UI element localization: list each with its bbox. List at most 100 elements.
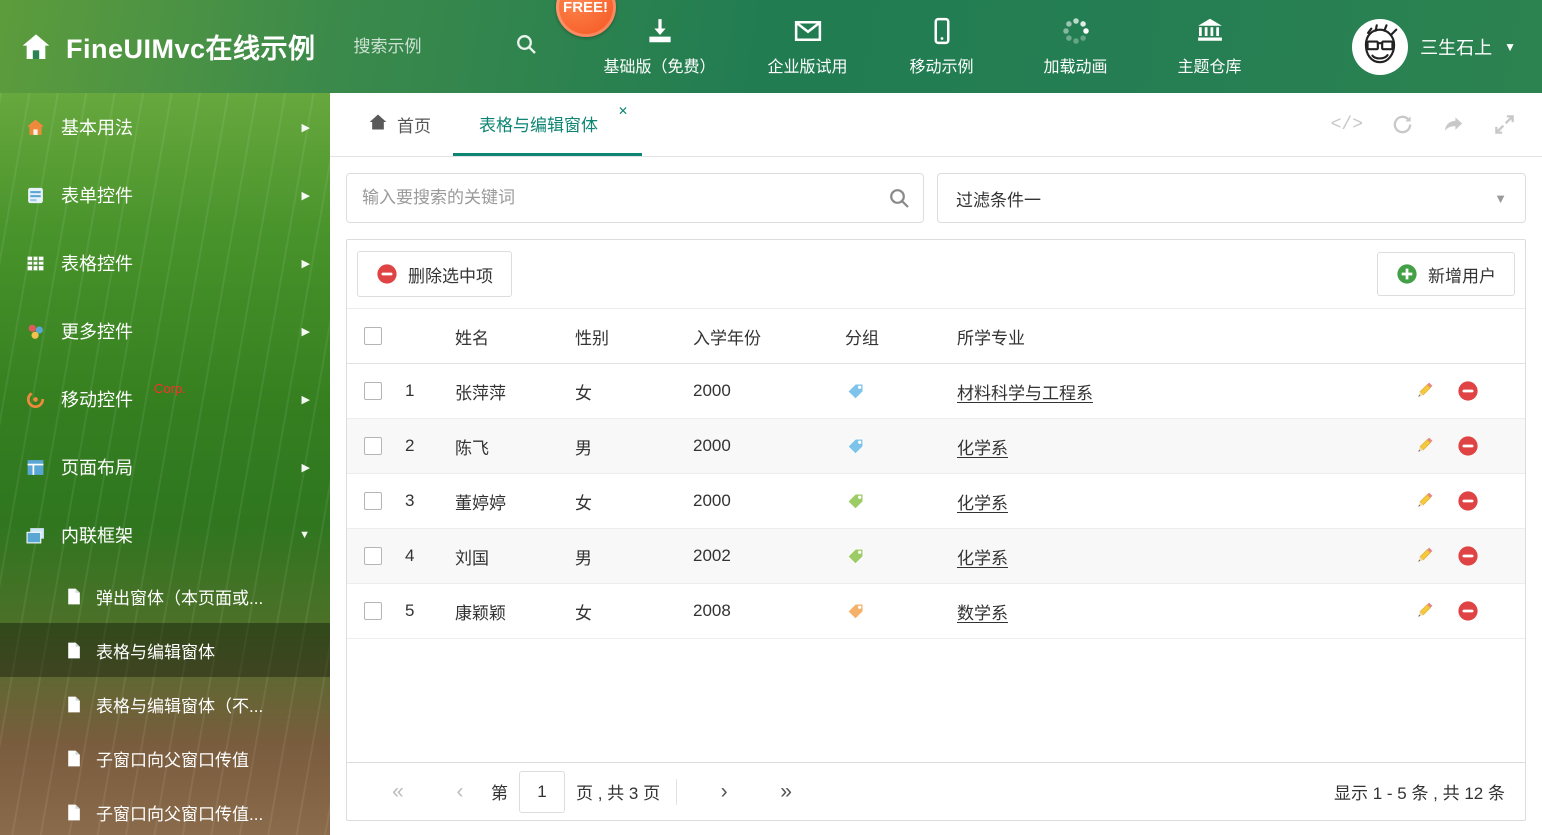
app-header: FineUIMvc在线示例 FREE! 基础版（免费） 企业版试用 [0,0,1542,93]
edit-icon[interactable] [1413,380,1435,402]
tab-tools: </> [1331,93,1542,156]
search-icon[interactable] [887,186,911,215]
delete-icon[interactable] [1457,435,1479,457]
table-row[interactable]: 4 刘国 男 2002 化学系 [347,529,1525,584]
nav-theme-store[interactable]: 主题仓库 [1168,16,1252,77]
layout-icon [26,458,45,477]
nav-label: 移动示例 [909,59,974,76]
nav-label: 企业版试用 [767,59,848,76]
row-checkbox[interactable] [364,437,382,455]
pager-divider [676,778,678,805]
col-header-name[interactable]: 姓名 [441,324,561,349]
cell-name: 张萍萍 [455,383,506,403]
cell-year: 2000 [693,381,731,400]
nav-label: 主题仓库 [1177,59,1242,76]
delete-icon[interactable] [1457,380,1479,402]
edit-icon[interactable] [1413,435,1435,457]
select-all-checkbox[interactable] [364,327,382,345]
edit-icon[interactable] [1413,545,1435,567]
share-icon[interactable] [1442,113,1465,136]
main-content: 首页 表格与编辑窗体 ✕ </> 输入要搜索的关键词 过滤条件一 ▼ 删除选中项… [330,93,1542,835]
row-checkbox[interactable] [364,492,382,510]
sidebar-item-mobile-controls[interactable]: 移动控件 Corp. ▶ [0,365,330,433]
row-checkbox[interactable] [364,382,382,400]
cell-gender: 女 [575,383,592,403]
row-number: 3 [405,491,415,510]
nav-mobile-demo[interactable]: 移动示例 [900,16,984,77]
table-row[interactable]: 1 张萍萍 女 2000 材料科学与工程系 [347,364,1525,419]
spinner-icon [1061,16,1091,46]
sidebar-subitem-child-to-parent[interactable]: 子窗口向父窗口传值 [0,731,330,785]
download-icon [645,16,675,46]
tag-icon [845,546,866,567]
header-search-input[interactable] [353,36,504,57]
delete-icon[interactable] [1457,490,1479,512]
add-user-button[interactable]: 新增用户 [1377,252,1515,296]
sidebar-item-form-controls[interactable]: 表单控件 ▶ [0,161,330,229]
col-header-major[interactable]: 所学专业 [943,324,1397,349]
table-row[interactable]: 5 康颖颖 女 2008 数学系 [347,584,1525,639]
col-header-gender[interactable]: 性别 [561,324,679,349]
row-number: 5 [405,601,415,620]
chevron-down-icon: ▼ [299,529,310,541]
form-icon [26,186,45,205]
grid-search [346,173,924,223]
filter-row: 过滤条件一 ▼ [330,157,1542,239]
row-number: 2 [405,436,415,455]
sidebar-item-page-layout[interactable]: 页面布局 ▶ [0,433,330,501]
delete-icon[interactable] [1457,600,1479,622]
cell-gender: 女 [575,493,592,513]
next-page-button[interactable]: › [693,780,755,804]
tab-grid-edit-window[interactable]: 表格与编辑窗体 ✕ [453,93,642,156]
last-page-button[interactable]: » [755,780,817,804]
edit-icon[interactable] [1413,600,1435,622]
nav-enterprise-trial[interactable]: 企业版试用 [766,16,850,77]
chevron-down-icon: ▼ [1494,190,1507,206]
brand[interactable]: FineUIMvc在线示例 [20,27,316,66]
sidebar-item-more-controls[interactable]: 更多控件 ▶ [0,297,330,365]
expand-icon[interactable] [1493,113,1516,136]
refresh-icon[interactable] [1391,113,1414,136]
prev-page-button[interactable]: ‹ [429,780,491,804]
table-row[interactable]: 3 董婷婷 女 2000 化学系 [347,474,1525,529]
major-link[interactable]: 化学系 [957,439,1008,458]
sidebar: 基本用法 ▶ 表单控件 ▶ 表格控件 ▶ 更多控件 ▶ 移动控件 Corp. ▶… [0,93,330,835]
search-icon[interactable] [514,32,538,61]
sidebar-item-grid-controls[interactable]: 表格控件 ▶ [0,229,330,297]
filter-select[interactable]: 过滤条件一 ▼ [937,173,1526,223]
nav-loading-animation[interactable]: 加载动画 [1034,16,1118,77]
major-link[interactable]: 化学系 [957,549,1008,568]
mobile-icon [927,16,957,46]
delete-selected-button[interactable]: 删除选中项 [357,251,512,297]
row-checkbox[interactable] [364,547,382,565]
col-header-group[interactable]: 分组 [831,324,943,349]
tab-home[interactable]: 首页 [346,93,453,156]
delete-icon[interactable] [1457,545,1479,567]
free-badge: FREE! [555,0,616,37]
major-link[interactable]: 材料科学与工程系 [957,384,1093,403]
grid-panel: 删除选中项 新增用户 姓名 性别 入学年份 分组 所学专业 1 张萍萍 女 20… [346,239,1526,821]
page-input[interactable] [519,770,565,813]
grid-search-input[interactable] [346,173,924,223]
user-menu[interactable]: 三生石上 ▼ [1352,18,1516,75]
source-code-icon[interactable]: </> [1331,115,1363,135]
sidebar-item-basic-usage[interactable]: 基本用法 ▶ [0,93,330,161]
nav-basic-free[interactable]: FREE! 基础版（免费） [555,0,716,77]
sidebar-subitem-popup-window[interactable]: 弹出窗体（本页面或... [0,569,330,623]
tab-bar: 首页 表格与编辑窗体 ✕ </> [330,93,1542,157]
sidebar-subitem-grid-edit-window-2[interactable]: 表格与编辑窗体（不... [0,677,330,731]
header-nav: FREE! 基础版（免费） 企业版试用 移动示例 加载动画 主题仓库 [555,0,1252,77]
edit-icon[interactable] [1413,490,1435,512]
cell-year: 2002 [693,546,731,565]
major-link[interactable]: 数学系 [957,604,1008,623]
col-header-year[interactable]: 入学年份 [679,324,831,349]
row-checkbox[interactable] [364,602,382,620]
cell-gender: 男 [575,438,592,458]
sidebar-subitem-child-to-parent-2[interactable]: 子窗口向父窗口传值... [0,785,330,835]
sidebar-item-iframe[interactable]: 内联框架 ▼ [0,501,330,569]
close-icon[interactable]: ✕ [618,104,628,118]
first-page-button[interactable]: « [367,780,429,804]
major-link[interactable]: 化学系 [957,494,1008,513]
table-row[interactable]: 2 陈飞 男 2000 化学系 [347,419,1525,474]
sidebar-subitem-grid-edit-window[interactable]: 表格与编辑窗体 [0,623,330,677]
